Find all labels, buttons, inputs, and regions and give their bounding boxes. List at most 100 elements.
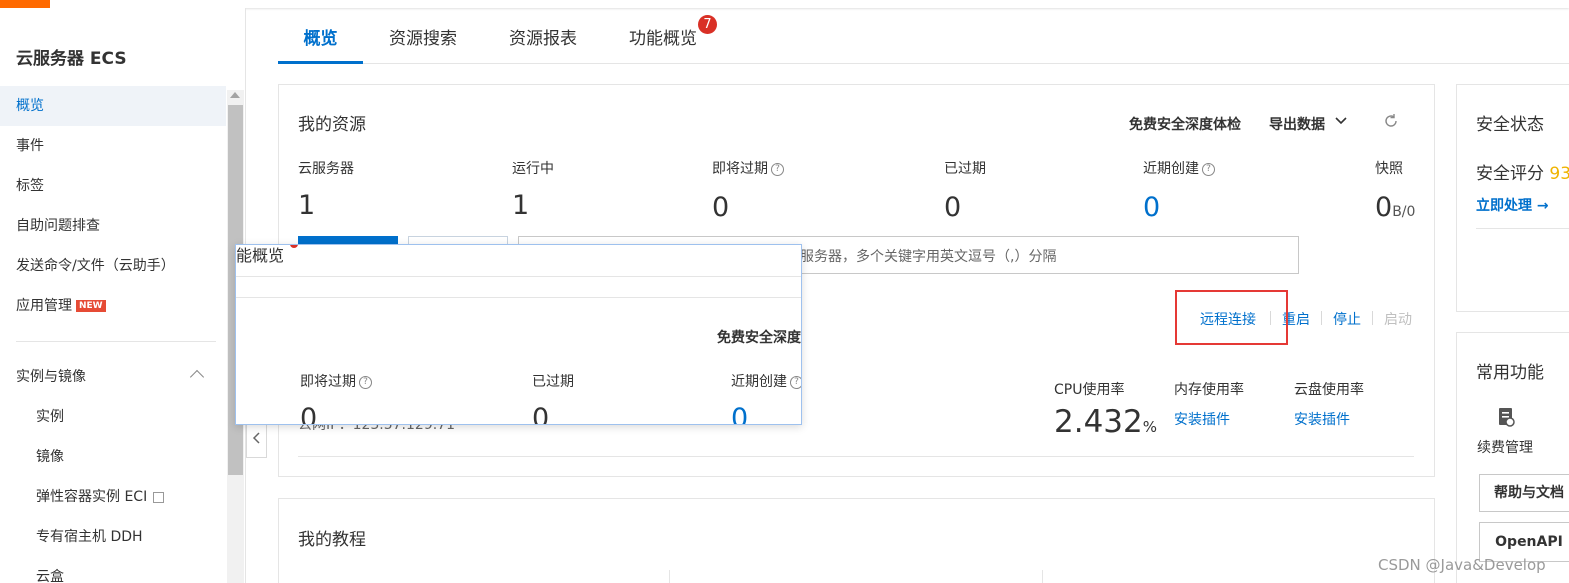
refresh-icon[interactable] — [1383, 113, 1399, 129]
sidebar-item-send-command[interactable]: 发送命令/文件（云助手） — [0, 246, 226, 286]
tutorial-column-divider — [1042, 570, 1043, 583]
stat-label-expired: 已过期 — [944, 161, 986, 177]
stat-value-recent[interactable]: 0 — [1143, 192, 1160, 223]
stat-label-text: 即将过期 — [712, 161, 768, 177]
new-badge: NEW — [76, 300, 106, 312]
sidebar-item-app-management[interactable]: 应用管理 NEW — [0, 286, 226, 326]
overlay-popup: 能概览 免费安全深度 即将过期? 已过期 近期创建? 0 0 0 — [235, 244, 802, 425]
renew-management-label[interactable]: 续费管理 — [1477, 437, 1533, 457]
security-score-label: 安全评分 — [1476, 164, 1544, 184]
external-link-icon — [153, 491, 165, 503]
popup-divider — [236, 276, 801, 277]
chevron-down-icon[interactable] — [1334, 116, 1348, 126]
sidebar-item-label: 发送命令/文件（云助手） — [16, 258, 175, 274]
my-resources-title: 我的资源 — [298, 115, 366, 135]
sidebar-item-instances[interactable]: 实例 — [0, 397, 226, 437]
notification-badge: 7 — [698, 15, 717, 34]
help-docs-label: 帮助与文档 — [1494, 485, 1564, 501]
popup-stat-value: 0 — [731, 403, 749, 425]
tab-label: 资源搜索 — [389, 29, 457, 49]
sidebar-item-label: 自助问题排查 — [16, 218, 100, 234]
sidebar-item-overview[interactable]: 概览 — [0, 86, 226, 126]
tab-bar: 概览 资源搜索 资源报表 功能概览 — [278, 16, 1569, 64]
help-icon[interactable]: ? — [1202, 162, 1215, 176]
tab-label: 资源报表 — [509, 29, 577, 49]
openapi-label: OpenAPI — [1495, 534, 1563, 550]
csdn-watermark: CSDN @Java&Develop — [1378, 556, 1546, 574]
snapshot-count: 0 — [1375, 192, 1393, 223]
sidebar-item-cloudbox[interactable]: 云盒 — [0, 557, 226, 583]
sidebar-item-label: 事件 — [16, 138, 44, 154]
tab-resource-report[interactable]: 资源报表 — [498, 16, 588, 64]
highlight-box — [1175, 290, 1288, 345]
memory-install-plugin-link[interactable]: 安装插件 — [1174, 409, 1230, 429]
sidebar-item-events[interactable]: 事件 — [0, 126, 226, 166]
popup-stat-label: 近期创建? — [731, 371, 801, 391]
security-score-value: 93 — [1549, 164, 1569, 184]
popup-stat-label: 已过期 — [532, 374, 574, 390]
my-tutorials-card — [278, 498, 1435, 583]
security-score: 安全评分 93 — [1476, 159, 1569, 184]
sidebar-item-images[interactable]: 镜像 — [0, 437, 226, 477]
tab-resource-search[interactable]: 资源搜索 — [378, 16, 468, 64]
popup-stat-label: 即将过期? — [300, 371, 372, 391]
disk-label: 云盘使用率 — [1294, 382, 1364, 398]
sidebar-item-label: 专有宿主机 DDH — [36, 529, 143, 545]
popup-security-text: 免费安全深度 — [717, 330, 801, 346]
stat-label-recent: 近期创建? — [1143, 158, 1215, 178]
tab-overview[interactable]: 概览 — [278, 16, 363, 64]
handle-now-link[interactable]: 立即处理 → — [1476, 195, 1549, 215]
stat-label-snapshots: 快照 — [1375, 161, 1403, 177]
sidebar-item-label: 云盒 — [36, 569, 64, 583]
cpu-unit: % — [1142, 418, 1158, 436]
cpu-value: 2.432% — [1054, 404, 1157, 440]
sidebar-item-eci[interactable]: 弹性容器实例 ECI — [0, 477, 226, 517]
sidebar-item-label: 概览 — [16, 98, 44, 114]
sidebar-item-label: 实例 — [36, 409, 64, 425]
cpu-label: CPU使用率 — [1054, 382, 1125, 398]
popup-divider — [236, 297, 801, 298]
sidebar-item-ddh[interactable]: 专有宿主机 DDH — [0, 517, 226, 557]
tab-feature-overview[interactable]: 功能概览 — [618, 16, 708, 64]
help-icon[interactable]: ? — [771, 162, 784, 176]
security-checkup-link[interactable]: 免费安全深度体检 — [1129, 114, 1241, 134]
stat-value-expiring[interactable]: 0 — [712, 192, 729, 223]
sidebar-item-label: 应用管理 — [16, 298, 72, 314]
popup-stat-label-text: 近期创建 — [731, 374, 787, 390]
stat-value-snapshots[interactable]: 0B/0 — [1375, 192, 1415, 223]
stat-value-servers[interactable]: 1 — [298, 190, 315, 221]
popup-stat-value: 0 — [300, 403, 318, 425]
sidebar-item-troubleshoot[interactable]: 自助问题排查 — [0, 206, 226, 246]
help-icon: ? — [359, 375, 372, 389]
disk-install-plugin-link[interactable]: 安装插件 — [1294, 409, 1350, 429]
sidebar-item-label: 标签 — [16, 178, 44, 194]
sidebar-group-label: 实例与镜像 — [16, 369, 86, 385]
tab-label: 功能概览 — [629, 29, 697, 49]
security-divider — [1476, 228, 1569, 229]
tutorial-column-divider — [669, 570, 670, 583]
popup-badge-dot — [290, 245, 298, 248]
start-link-disabled[interactable]: 启动 — [1384, 309, 1412, 329]
sidebar-item-tags[interactable]: 标签 — [0, 166, 226, 206]
stat-value-running[interactable]: 1 — [512, 190, 529, 221]
stop-link[interactable]: 停止 — [1333, 309, 1361, 329]
stat-label-running: 运行中 — [512, 161, 554, 177]
brand-logo-strip[interactable] — [0, 0, 50, 8]
help-icon: ? — [790, 375, 801, 389]
export-data-dropdown[interactable]: 导出数据 — [1269, 114, 1325, 134]
stat-label-servers: 云服务器 — [298, 161, 354, 177]
renew-icon[interactable] — [1497, 407, 1515, 427]
card-divider — [298, 456, 1414, 457]
stat-value-expired[interactable]: 0 — [944, 192, 961, 223]
search-placeholder: 服务器，多个关键字用英文逗号（,）分隔 — [800, 249, 1057, 265]
help-docs-button[interactable]: 帮助与文档 — [1479, 474, 1569, 512]
sidebar-title: 云服务器 ECS — [16, 49, 127, 69]
sidebar-item-label: 弹性容器实例 ECI — [36, 489, 148, 505]
security-status-title: 安全状态 — [1476, 115, 1544, 135]
stat-label-text: 近期创建 — [1143, 161, 1199, 177]
action-separator — [1321, 311, 1322, 325]
scroll-up-arrow-icon[interactable] — [230, 92, 240, 98]
export-data-label: 导出数据 — [1269, 117, 1325, 133]
popup-stat-label-text: 即将过期 — [300, 374, 356, 390]
tab-label: 概览 — [303, 29, 338, 49]
